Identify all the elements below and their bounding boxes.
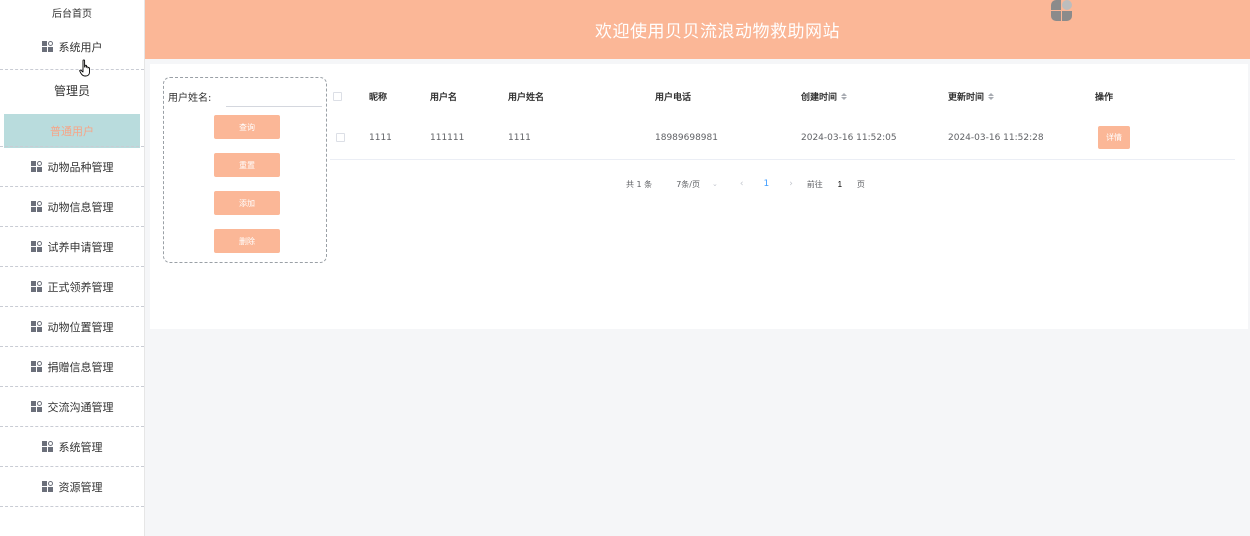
sidebar-item-label: 动物信息管理 [47, 200, 114, 214]
reset-button[interactable]: 重置 [214, 153, 280, 177]
pagination: 共 1 条 7条/页 ⌄ ‹ 1 › 前往 页 [626, 177, 865, 191]
sidebar-item-resources[interactable]: 资源管理 [0, 467, 144, 507]
goto-unit: 页 [856, 179, 865, 189]
select-all-checkbox[interactable] [333, 76, 342, 116]
sidebar-item-label: 动物品种管理 [47, 160, 114, 174]
top-header: 欢迎使用贝贝流浪动物救助网站 [145, 0, 1250, 59]
menu-grid-icon [41, 481, 53, 492]
user-table: 昵称 用户名 用户姓名 用户电话 创建时间 更新时间 操作 1111 11111… [330, 76, 1235, 160]
sidebar-item-label: 捐赠信息管理 [47, 360, 114, 374]
page-number-current[interactable]: 1 [763, 179, 769, 189]
column-header: 用户姓名 [508, 92, 545, 103]
goto-page: 前往 页 [807, 179, 865, 190]
menu-grid-icon [30, 321, 42, 332]
chevron-down-icon: ⌄ [711, 180, 718, 188]
cell-created: 2024-03-16 11:52:05 [801, 132, 897, 143]
column-header-sortable[interactable]: 创建时间 [801, 76, 848, 116]
sidebar-subitem-normal-user[interactable]: 普通用户 [4, 114, 140, 148]
page-size-select[interactable]: 7条/页 ⌄ [676, 179, 718, 190]
column-header-label: 更新时间 [948, 92, 985, 103]
search-form: 用户姓名: 查询 重置 添加 删除 [163, 77, 327, 263]
search-name-input[interactable] [226, 85, 322, 107]
sidebar-home[interactable]: 后台首页 [0, 0, 144, 24]
sidebar-item-label: 系统用户 [58, 40, 103, 54]
sidebar-subitem-admin[interactable]: 管理员 [0, 70, 144, 110]
pagination-total: 共 1 条 [626, 179, 653, 189]
sidebar-item-label: 资源管理 [58, 480, 103, 494]
column-header: 操作 [1095, 92, 1114, 103]
sidebar-item-location[interactable]: 动物位置管理 [0, 307, 144, 347]
column-header: 用户名 [430, 92, 458, 103]
column-header: 用户电话 [655, 92, 692, 103]
prev-page-icon[interactable]: ‹ [740, 179, 744, 189]
sidebar-item-communication[interactable]: 交流沟通管理 [0, 387, 144, 427]
sidebar-item-system-users[interactable]: 系统用户 [0, 24, 144, 70]
cell-realname: 1111 [508, 132, 531, 143]
menu-grid-icon [30, 401, 42, 412]
cell-nickname: 1111 [369, 132, 392, 143]
query-button[interactable]: 查询 [214, 115, 280, 139]
avatar-icon[interactable] [1051, 0, 1073, 21]
page-size-value: 7条/页 [676, 179, 700, 189]
column-header-label: 创建时间 [801, 92, 838, 103]
menu-grid-icon [41, 41, 53, 52]
column-header: 昵称 [369, 92, 388, 103]
sidebar-item-system[interactable]: 系统管理 [0, 427, 144, 467]
sidebar: 后台首页 系统用户 管理员 普通用户 动物品种管理 动物信息管理 试养申请管理 … [0, 0, 145, 536]
search-label: 用户姓名: [168, 93, 212, 104]
sidebar-item-animal-info[interactable]: 动物信息管理 [0, 187, 144, 227]
cell-username: 111111 [430, 132, 465, 143]
sidebar-item-breed[interactable]: 动物品种管理 [0, 147, 144, 187]
delete-button[interactable]: 删除 [214, 229, 280, 253]
goto-page-input[interactable] [834, 179, 845, 189]
sidebar-item-label: 试养申请管理 [47, 240, 114, 254]
sidebar-item-label: 交流沟通管理 [47, 400, 114, 414]
menu-grid-icon [30, 361, 42, 372]
detail-button[interactable]: 详情 [1098, 126, 1130, 149]
goto-label: 前往 [806, 179, 823, 189]
sort-icon[interactable] [988, 92, 995, 100]
column-header-sortable[interactable]: 更新时间 [948, 76, 995, 116]
table-row: 1111 111111 1111 18989698981 2024-03-16 … [330, 116, 1235, 160]
menu-grid-icon [30, 281, 42, 292]
sidebar-submenu: 管理员 普通用户 [0, 70, 144, 148]
hand-cursor-icon [79, 59, 90, 77]
add-button[interactable]: 添加 [214, 191, 280, 215]
sidebar-item-trial[interactable]: 试养申请管理 [0, 227, 144, 267]
menu-grid-icon [30, 241, 42, 252]
cell-phone: 18989698981 [655, 132, 718, 143]
site-title: 欢迎使用贝贝流浪动物救助网站 [595, 22, 840, 42]
row-checkbox[interactable] [336, 116, 345, 159]
sidebar-item-label: 系统管理 [58, 440, 103, 454]
sidebar-item-label: 正式领养管理 [47, 280, 114, 294]
cell-action: 详情 [1098, 116, 1130, 159]
next-page-icon[interactable]: › [789, 179, 793, 189]
main-panel: 用户姓名: 查询 重置 添加 删除 昵称 用户名 用户姓名 用户电话 创建时间 … [150, 64, 1248, 329]
menu-grid-icon [30, 161, 42, 172]
sort-icon[interactable] [841, 92, 848, 100]
menu-grid-icon [30, 201, 42, 212]
sidebar-item-donation[interactable]: 捐赠信息管理 [0, 347, 144, 387]
cell-updated: 2024-03-16 11:52:28 [948, 132, 1044, 143]
table-header-row: 昵称 用户名 用户姓名 用户电话 创建时间 更新时间 操作 [330, 76, 1235, 116]
sidebar-item-label: 动物位置管理 [47, 320, 114, 334]
menu-grid-icon [41, 441, 53, 452]
sidebar-item-adoption[interactable]: 正式领养管理 [0, 267, 144, 307]
